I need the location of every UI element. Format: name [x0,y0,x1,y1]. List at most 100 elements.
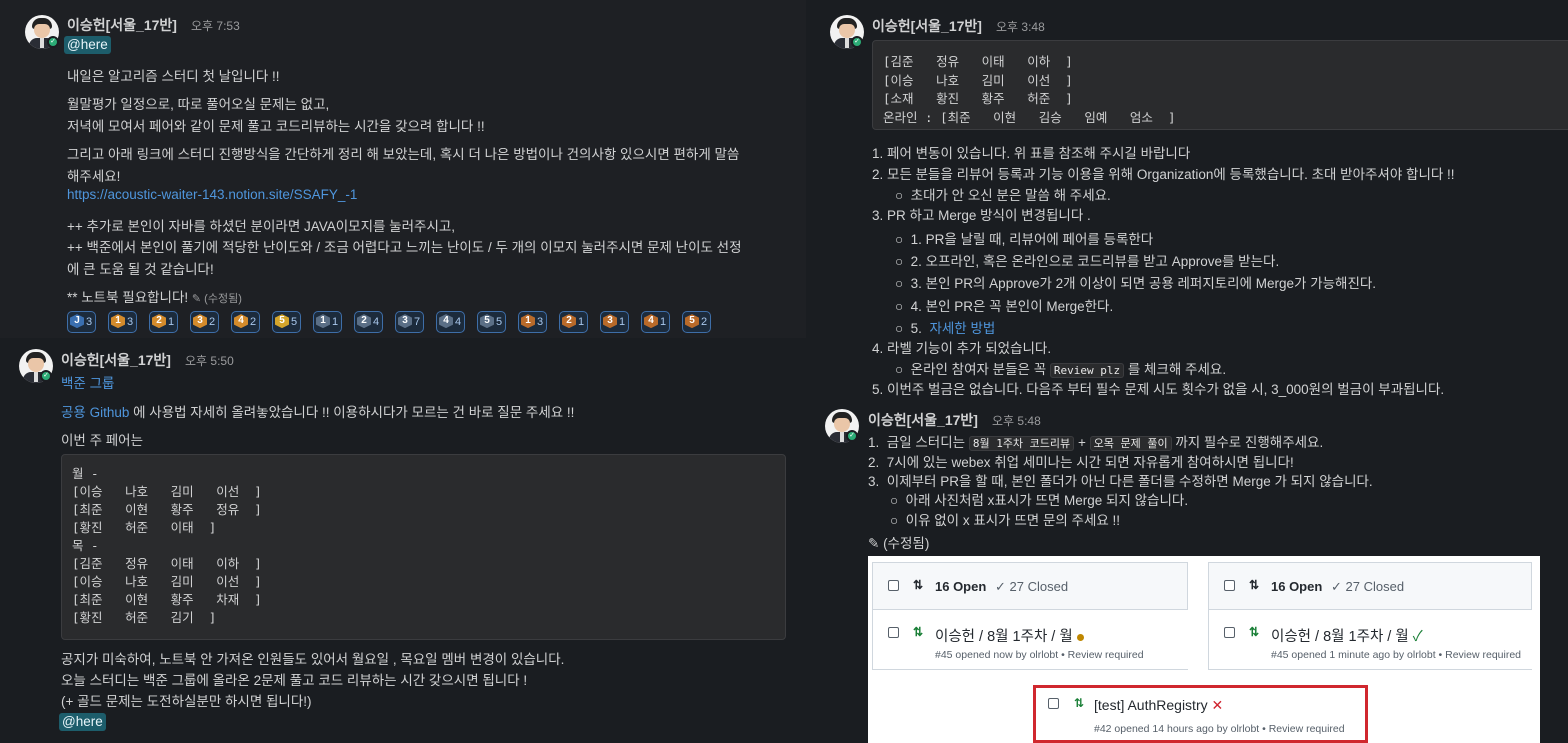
reaction-count: 2 [250,316,257,328]
message-timestamp[interactable]: 오후 3:48 [996,18,1045,35]
sender-name[interactable]: 이승헌[서울_17반] [872,16,982,36]
reaction-emoji-icon: 1 [316,314,330,329]
open-filter[interactable]: 16 Open [1271,579,1322,594]
here-mention[interactable]: @here [59,713,106,731]
list-text: PR 하고 Merge 방식이 변경됩니다 . [887,208,1091,223]
message-line: (+ 골드 문제는 도전하실분만 하시면 됩니다!) [61,694,312,709]
notion-link[interactable]: https://acoustic-waiter-143.notion.site/… [67,187,357,202]
list-text: 1. PR을 날릴 때, 리뷰어에 페어를 등록한다 [910,232,1154,247]
reaction-emoji-icon: 1 [521,314,535,329]
reaction-button[interactable]: 55 [272,311,302,333]
reaction-button[interactable]: 11 [313,311,343,333]
pr-title[interactable]: 이승헌 / 8월 1주차 / 월 [935,625,1084,646]
message-line: 에 큰 도움 될 것 같습니다! [67,262,214,277]
sub-list-item: ○ 초대가 안 오신 분은 말씀 해 주세요. [895,188,1111,203]
closed-filter[interactable]: ✓ 27 Closed [1331,579,1404,595]
pr-checkbox[interactable] [1048,698,1059,709]
list-item: 2. 모든 분들을 리뷰어 등록과 기능 이용을 위해 Organization… [872,163,1455,183]
online-status-icon: ✓ [851,36,863,48]
reaction-emoji-icon: 4 [644,314,658,329]
message-line: 공지가 미숙하여, 노트북 안 가져온 인원들도 있어서 월요일 , 목요일 멤… [61,652,565,667]
message-line: ++ 추가로 본인이 자바를 하셨던 분이라면 JAVA이모지를 눌러주시고, [67,219,456,234]
sender-name[interactable]: 이승헌[서울_17반] [67,15,177,35]
code-line: 월 - [72,466,99,481]
reaction-emoji-icon: 5 [685,314,699,329]
message-line-last: ** 노트북 필요합니다! ✎ (수정됨) [67,286,242,306]
code-line: [이승 나호 김미 이선 ] [72,484,262,499]
message-text: ** 노트북 필요합니다! [67,290,189,305]
highlighted-pr-box[interactable]: ⇅ [test] AuthRegistry ✕ #42 opened 14 ho… [1033,685,1368,743]
message-timestamp[interactable]: 오후 5:48 [992,412,1041,429]
reaction-button[interactable]: 24 [354,311,384,333]
reaction-button[interactable]: 52 [682,311,712,333]
reaction-button[interactable]: 21 [149,311,179,333]
reaction-emoji-icon: 2 [357,314,371,329]
check-icon: ✓ [995,579,1006,594]
reaction-count: 2 [701,316,708,328]
reaction-button[interactable]: 55 [477,311,507,333]
pr-title-text: [test] AuthRegistry [1094,697,1208,713]
online-status-icon: ✓ [40,370,52,382]
pr-title-text: 이승헌 / 8월 1주차 / 월 [935,629,1073,645]
code-line: [황진 허준 이태 ] [72,520,217,535]
pr-checkbox[interactable] [1224,627,1235,638]
list-number: 4. [872,341,884,356]
select-all-checkbox[interactable] [888,580,899,591]
list-item: 5. 이번주 벌금은 없습니다. 다음주 부터 필수 문제 시도 횟수가 없을 … [872,378,1444,398]
reaction-button[interactable]: 13 [108,311,138,333]
reaction-button[interactable]: 37 [395,311,425,333]
reaction-emoji-icon: 3 [193,314,207,329]
sender-name[interactable]: 이승헌[서울_17반] [868,410,978,430]
reaction-button[interactable]: 41 [641,311,671,333]
pr-title[interactable]: [test] AuthRegistry ✕ [1094,697,1223,714]
message-line: 공용 Github 에 사용법 자세히 올려놓았습니다 !! 이용하시다가 모르… [61,401,574,421]
pr-row[interactable]: ⇅ 이승헌 / 8월 1주차 / 월 ✓ #45 opened 1 minute… [1208,610,1532,670]
detail-method-link[interactable]: 자세한 방법 [929,321,995,336]
reaction-count: 1 [332,316,339,328]
list-item: 1. 금일 스터디는 8월 1주차 코드리뷰 + 오목 문제 풀이 까지 필수로… [868,431,1323,451]
reaction-button[interactable]: 32 [190,311,220,333]
code-line: [최준 이현 황주 차재 ] [72,592,262,607]
sub-list-item: ○ 5. 자세한 방법 [895,321,996,336]
pr-title-text: 이승헌 / 8월 1주차 / 월 [1271,629,1409,645]
pr-title[interactable]: 이승헌 / 8월 1주차 / 월 ✓ [1271,625,1423,646]
closed-label: 27 Closed [1345,579,1405,594]
reaction-button[interactable]: 44 [436,311,466,333]
edited-label: (수정됨) [883,536,930,551]
reaction-count: 4 [455,316,462,328]
github-link[interactable]: 공용 Github [61,405,129,420]
open-pr-icon: ⇅ [1074,696,1085,710]
closed-filter[interactable]: ✓ 27 Closed [995,579,1068,595]
open-filter[interactable]: 16 Open [935,579,986,594]
list-text: 온라인 참여자 분들은 꼭 [910,362,1047,377]
message-line: 그리고 아래 링크에 스터디 진행방식을 간단하게 정리 해 보았는데, 혹시 … [67,147,740,162]
list-number: 1. [868,435,880,450]
reaction-button[interactable]: J3 [67,311,97,333]
here-mention[interactable]: @here [64,36,111,54]
reaction-count: 1 [168,316,175,328]
reaction-button[interactable]: 21 [559,311,589,333]
message-timestamp[interactable]: 오후 7:53 [191,17,240,34]
reaction-emoji-icon: 5 [275,314,289,329]
code-line: [이승 나호 김미 이선 ] [72,574,262,589]
reaction-button[interactable]: 42 [231,311,261,333]
sender-name[interactable]: 이승헌[서울_17반] [61,350,171,370]
message-line: 해주세요! [67,169,121,184]
code-line: [김준 정유 이태 이하 ] [72,556,262,571]
list-number: 2. [868,455,880,470]
baekjoon-group-link[interactable]: 백준 그룹 [61,372,114,392]
list-item: 1. 페어 변동이 있습니다. 위 표를 참조해 주시길 바랍니다 [872,142,1190,162]
list-item: 2. 7시에 있는 webex 취업 세미나는 시간 되면 자유롭게 참여하시면… [868,451,1294,471]
reaction-count: 3 [127,316,134,328]
pr-checkbox[interactable] [888,627,899,638]
reaction-count: 3 [537,316,544,328]
select-all-checkbox[interactable] [1224,580,1235,591]
pr-list-header: ⇅ 16 Open ✓ 27 Closed [1208,562,1532,610]
reaction-button[interactable]: 31 [600,311,630,333]
pr-row[interactable]: ⇅ 이승헌 / 8월 1주차 / 월 #45 opened now by olr… [872,610,1188,670]
sub-list-item: ○ 3. 본인 PR의 Approve가 2개 이상이 되면 공용 레퍼지토리에… [895,276,1377,291]
list-number: 5. [872,382,884,397]
code-line: [황진 허준 김기 ] [72,610,217,625]
reaction-button[interactable]: 13 [518,311,548,333]
message-timestamp[interactable]: 오후 5:50 [185,352,234,369]
